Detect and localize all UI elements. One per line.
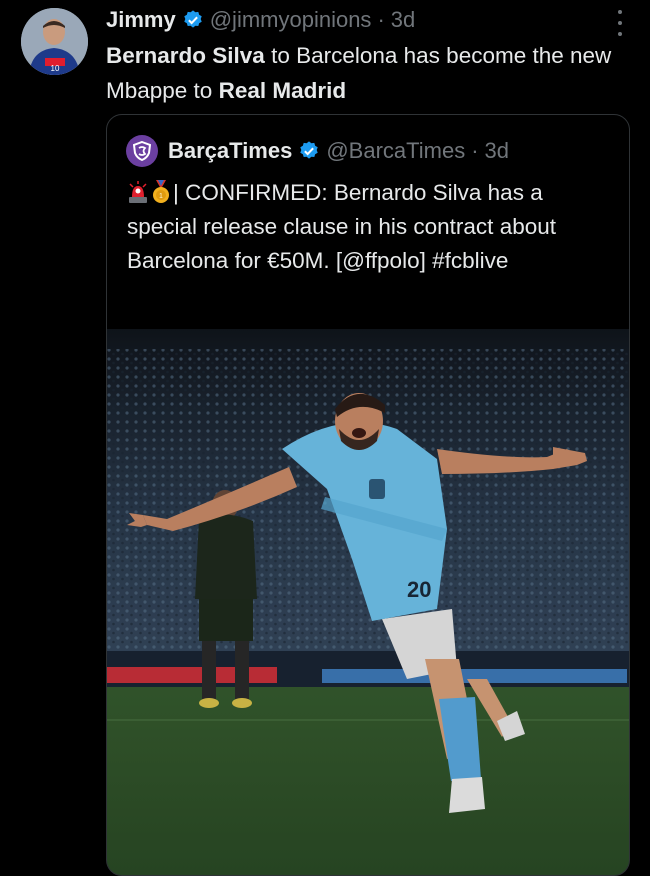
quote-timestamp[interactable]: 3d [485,138,509,164]
quote-text: 1 | CONFIRMED: Bernardo Silva has a spec… [127,176,617,278]
tweet-text: Bernardo Silva to Barcelona has become t… [106,38,636,108]
quote-author-name[interactable]: BarçaTimes [168,138,292,164]
barcatimes-avatar[interactable] [126,135,158,167]
tweet-header: Jimmy @jimmyopinions · 3d [106,6,626,34]
quote-separator: · [471,138,479,163]
tweet-text-bold-2: Real Madrid [218,78,347,103]
header-separator: · [377,7,385,32]
verified-badge-icon [184,10,202,28]
police-light-icon [129,181,147,203]
quote-body: | CONFIRMED: Bernardo Silva has a specia… [127,180,556,273]
verified-badge-icon [300,141,319,159]
more-options-icon[interactable] [616,10,624,36]
tweet-timestamp[interactable]: 3d [391,7,415,33]
quote-header: BarçaTimes @BarcaTimes · 3d [126,135,509,167]
avatar[interactable]: 10 [21,8,88,75]
author-handle[interactable]: @jimmyopinions [210,7,372,33]
avatar-image: 10 [21,8,88,75]
shield-icon [133,141,151,161]
svg-text:1: 1 [159,193,163,200]
quote-author-handle[interactable]: @BarcaTimes [326,138,465,164]
tweet-text-bold-1: Bernardo Silva [106,43,265,68]
author-name[interactable]: Jimmy [106,7,176,33]
gold-medal-icon: 1 [153,180,169,203]
quote-media-photo[interactable]: 20 [107,329,629,875]
svg-text:10: 10 [51,64,60,73]
quoted-tweet[interactable]: BarçaTimes @BarcaTimes · 3d 1 | CONFIRME… [106,114,630,876]
